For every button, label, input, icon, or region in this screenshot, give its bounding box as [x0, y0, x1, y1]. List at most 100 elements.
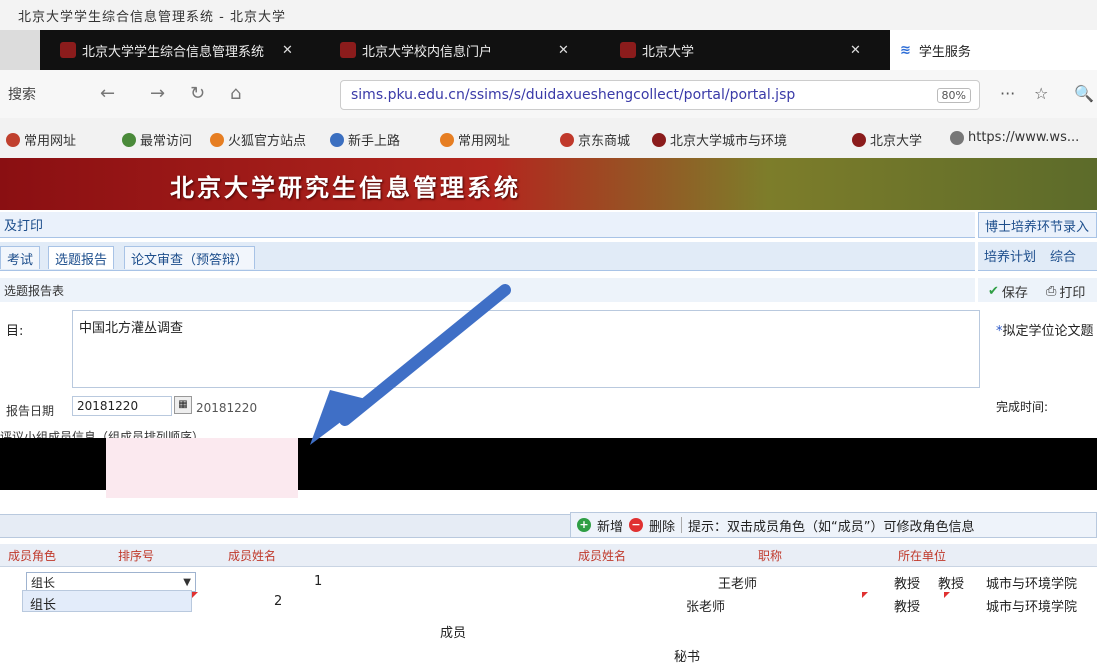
- left-grid-toolbar: [0, 514, 570, 538]
- bookmark-item[interactable]: 新手上路: [330, 130, 400, 149]
- bookmark-star-icon[interactable]: ☆: [1034, 84, 1048, 103]
- grid-toolbar: + 新增 − 删除 提示：双击成员角色（如“成员”）可修改角色信息: [570, 512, 1097, 538]
- column-header[interactable]: 排序号: [110, 547, 220, 564]
- right-panel-header: 博士培养环节录入: [978, 212, 1097, 238]
- close-icon[interactable]: ✕: [282, 43, 293, 58]
- add-icon[interactable]: +: [577, 518, 591, 532]
- title-cell[interactable]: 教授: [894, 596, 920, 615]
- annotation-arrow-icon: [310, 284, 511, 445]
- report-date-input[interactable]: 20181220: [72, 396, 172, 416]
- date-secondary: 20181220: [196, 401, 258, 415]
- bookmark-icon: [330, 132, 344, 147]
- unit-cell[interactable]: 城市与环境学院: [986, 596, 1077, 615]
- forward-icon[interactable]: →: [150, 83, 165, 104]
- banner-title: 北京大学研究生信息管理系统: [170, 174, 521, 202]
- bookmark-item[interactable]: 北京大学: [852, 130, 922, 149]
- search-icon[interactable]: 🔍: [1074, 84, 1094, 103]
- role-dropdown[interactable]: 组长 ▼: [26, 572, 196, 592]
- pku-logo-icon: [852, 132, 866, 147]
- bookmark-item[interactable]: https://www.ws...: [950, 130, 1079, 145]
- zoom-level[interactable]: 80%: [936, 87, 971, 103]
- column-header[interactable]: 成员姓名: [220, 547, 340, 564]
- topic-label: 目:: [6, 324, 24, 339]
- dirty-cell-marker: [192, 592, 198, 598]
- title-cell[interactable]: 教授: [894, 573, 920, 592]
- bookmark-item[interactable]: 最常访问: [122, 130, 192, 149]
- name-cell[interactable]: 张老师: [686, 596, 725, 615]
- url-text: sims.pku.edu.cn/ssims/s/duidaxueshengcol…: [351, 87, 796, 103]
- tab-pku[interactable]: 北京大学 ✕: [620, 36, 861, 64]
- close-icon[interactable]: ✕: [850, 43, 861, 58]
- firefox-icon: [210, 132, 224, 147]
- column-header[interactable]: 成员角色: [0, 547, 110, 564]
- redaction-block: [0, 438, 106, 490]
- print-icon: ⎙: [1046, 284, 1057, 299]
- jd-icon: [560, 132, 574, 147]
- delete-icon[interactable]: −: [629, 518, 644, 532]
- toolbar-separator: [681, 517, 683, 533]
- left-grid-header: 成员角色 排序号 成员姓名: [0, 544, 570, 567]
- role-cell[interactable]: 组长: [30, 594, 56, 613]
- toolbar-tip: 提示：双击成员角色（如“成员”）可修改角色信息: [688, 519, 975, 535]
- bookmark-icon: [122, 132, 136, 147]
- name-cell[interactable]: 秘书: [674, 646, 700, 665]
- tab-label: 北京大学: [642, 44, 695, 60]
- bookmark-item[interactable]: 北京大学城市与环境: [652, 130, 787, 149]
- pku-logo-icon: [340, 42, 356, 58]
- delete-button[interactable]: 删除: [649, 516, 675, 535]
- window-title: 北京大学学生综合信息管理系统 - 北京大学: [18, 10, 286, 25]
- thesis-title-label: *拟定学位论文题: [996, 324, 1094, 339]
- more-icon[interactable]: ···: [1000, 84, 1015, 103]
- url-bar[interactable]: sims.pku.edu.cn/ssims/s/duidaxueshengcol…: [340, 80, 980, 110]
- dirty-cell-marker: [862, 592, 868, 598]
- column-header[interactable]: 职称: [750, 547, 890, 564]
- add-button[interactable]: 新增: [597, 516, 623, 535]
- unit-cell[interactable]: 城市与环境学院: [986, 573, 1077, 592]
- column-header[interactable]: 成员姓名: [570, 547, 750, 564]
- bookmark-item[interactable]: 常用网址: [440, 130, 510, 149]
- bookmark-icon: [6, 132, 20, 147]
- bookmark-item[interactable]: 京东商城: [560, 130, 630, 149]
- save-button[interactable]: ✔ 保存: [988, 282, 1028, 301]
- title-cell[interactable]: 教授: [938, 573, 964, 592]
- bookmark-item[interactable]: 火狐官方站点: [210, 130, 306, 149]
- tab-exam[interactable]: 考试: [0, 246, 41, 269]
- back-icon[interactable]: ←: [100, 83, 115, 104]
- home-icon[interactable]: ⌂: [230, 83, 241, 104]
- order-cell[interactable]: 1: [314, 574, 322, 589]
- order-cell[interactable]: 2: [274, 594, 282, 609]
- site-banner: [0, 158, 1097, 210]
- tab-sims[interactable]: 北京大学学生综合信息管理系统 ✕: [60, 36, 293, 64]
- print-button[interactable]: ⎙ 打印: [1046, 282, 1085, 301]
- tab-portal[interactable]: 北京大学校内信息门户 ✕: [340, 36, 569, 64]
- tab-topic-report[interactable]: 选题报告: [48, 246, 115, 269]
- save-icon: ✔: [988, 284, 999, 299]
- role-cell[interactable]: 成员: [440, 622, 466, 641]
- chevron-down-icon[interactable]: ▼: [183, 577, 191, 588]
- bookmark-icon: [440, 132, 454, 147]
- bookmark-item[interactable]: 常用网址: [6, 130, 76, 149]
- close-icon[interactable]: ✕: [558, 43, 569, 58]
- student-service-icon: ≋: [900, 42, 911, 58]
- pku-logo-icon: [620, 42, 636, 58]
- pku-logo-icon: [60, 42, 76, 58]
- search-label[interactable]: 搜索: [8, 84, 36, 104]
- tab-training-plan[interactable]: 培养计划: [984, 246, 1036, 265]
- globe-icon: [950, 130, 964, 145]
- tab-label: 学生服务: [918, 44, 971, 60]
- reload-icon[interactable]: ↻: [190, 83, 205, 104]
- highlight-region: [106, 438, 298, 498]
- tab-comprehensive[interactable]: 综合: [1050, 246, 1076, 265]
- window-title-wrap: 北京大学学生综合信息管理系统 - 北京大学: [0, 0, 1097, 30]
- tab-label: 北京大学校内信息门户: [362, 44, 493, 60]
- panel-header: 及打印: [0, 212, 975, 238]
- pku-logo-icon: [652, 132, 666, 147]
- tab-student-service[interactable]: ≋ 学生服务: [890, 30, 1097, 70]
- calendar-icon[interactable]: ▦: [174, 396, 192, 414]
- name-cell[interactable]: 王老师: [718, 573, 757, 592]
- column-header[interactable]: 所在单位: [890, 547, 1070, 564]
- tab-thesis-review[interactable]: 论文审查（预答辩）: [124, 246, 256, 269]
- date-label: 报告日期: [6, 404, 55, 418]
- dirty-cell-marker: [944, 592, 950, 598]
- tab-label: 北京大学学生综合信息管理系统: [82, 44, 265, 60]
